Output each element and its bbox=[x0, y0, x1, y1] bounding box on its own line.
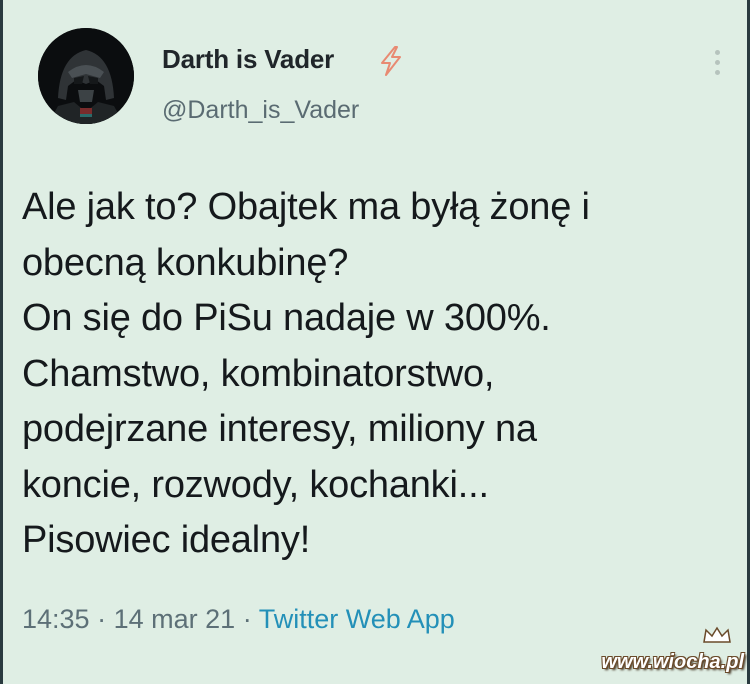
tweet-line: podejrzane interesy, miliony na bbox=[22, 408, 537, 450]
display-name[interactable]: Darth is Vader bbox=[162, 44, 334, 75]
tweet-line: Ale jak to? Obajtek ma byłą żonę i bbox=[22, 186, 590, 228]
tweet-line: obecną konkubinę? bbox=[22, 241, 349, 284]
tweet-time[interactable]: 14:35 bbox=[22, 604, 90, 634]
separator-dot: · bbox=[97, 604, 107, 634]
tweet-metadata: 14:35 · 14 mar 21 · Twitter Web App bbox=[22, 604, 455, 635]
tweet-line: Pisowiec idealny! bbox=[22, 519, 311, 561]
watermark: www.wiocha.pl bbox=[601, 651, 744, 673]
darth-vader-helmet-icon bbox=[38, 28, 134, 124]
crown-icon bbox=[703, 626, 731, 643]
avatar[interactable] bbox=[38, 28, 134, 124]
tweet-line: Chamstwo, kombinatorstwo, bbox=[22, 352, 495, 395]
tweet-date[interactable]: 14 mar 21 bbox=[114, 604, 236, 634]
tweet-text: Ale jak to? Obajtek ma byłą żonę i obecn… bbox=[22, 180, 737, 569]
lightning-bolt-icon bbox=[381, 46, 401, 76]
tweet-line: koncie, rozwody, kochanki... bbox=[22, 463, 489, 506]
user-handle[interactable]: @Darth_is_Vader bbox=[162, 96, 359, 125]
tweet-source-link[interactable]: Twitter Web App bbox=[259, 604, 455, 634]
separator-dot: · bbox=[242, 604, 252, 634]
more-options-icon[interactable] bbox=[710, 50, 724, 80]
tweet-line: On się do PiSu nadaje w 300%. bbox=[22, 297, 551, 339]
